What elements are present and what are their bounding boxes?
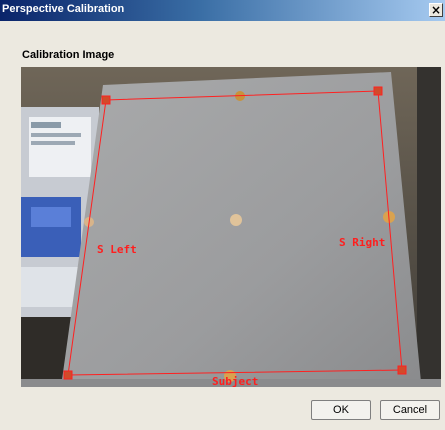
- marker-dot: [230, 214, 242, 226]
- corner-handle-top-right[interactable]: [373, 86, 383, 96]
- right-label: S Right: [339, 236, 386, 249]
- left-label: S Left: [97, 243, 137, 256]
- image-edge: [417, 67, 441, 387]
- cancel-button[interactable]: Cancel: [380, 400, 440, 420]
- ok-button[interactable]: OK: [311, 400, 371, 420]
- corner-handle-top-left[interactable]: [101, 95, 111, 105]
- calibration-image[interactable]: S Left S Right Subject: [21, 67, 441, 387]
- title-bar[interactable]: Perspective Calibration ×: [0, 0, 445, 21]
- section-heading: Calibration Image: [22, 49, 115, 61]
- corner-handle-bottom-right[interactable]: [397, 365, 407, 375]
- subject-label: Subject: [212, 375, 259, 387]
- camera-image: [21, 67, 441, 387]
- calibration-board: [61, 72, 421, 387]
- close-button[interactable]: ×: [429, 3, 443, 17]
- window-title: Perspective Calibration: [2, 3, 125, 15]
- corner-handle-bottom-left[interactable]: [63, 370, 73, 380]
- calibration-dialog: Perspective Calibration × Calibration Im…: [0, 0, 445, 430]
- close-icon: ×: [430, 3, 442, 17]
